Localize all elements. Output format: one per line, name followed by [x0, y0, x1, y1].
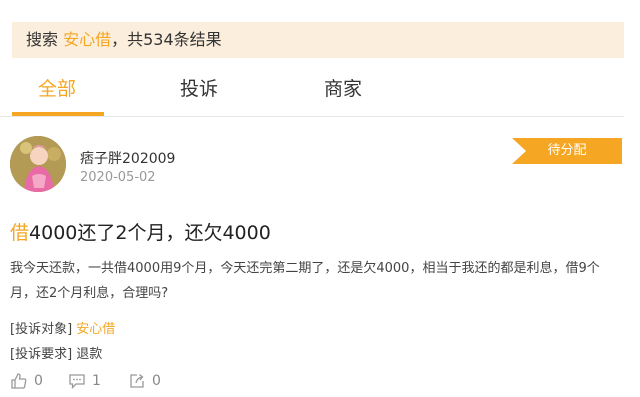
active-tab-indicator: [12, 112, 104, 116]
tab-complaints[interactable]: 投诉: [180, 74, 218, 101]
tab-merchants[interactable]: 商家: [324, 74, 362, 101]
share-button[interactable]: 0: [128, 370, 161, 392]
share-icon: [130, 374, 144, 388]
search-prefix: 搜索: [26, 30, 59, 49]
complaint-request-label: [投诉要求]: [10, 347, 73, 362]
comment-button[interactable]: 1: [68, 370, 101, 392]
thumbs-up-icon: [11, 373, 27, 389]
post-title-rest: 4000还了2个月，还欠4000: [29, 222, 271, 244]
post-actions: 0 1 0: [10, 370, 624, 392]
complaint-target-label: [投诉对象]: [10, 322, 73, 337]
post-body: 我今天还款，一共借4000用9个月，今天还完第二期了，还是欠4000，相当于我还…: [10, 261, 600, 301]
share-count: 0: [152, 373, 161, 389]
complaint-target-row: [投诉对象] 安心借: [10, 318, 115, 337]
post-date: 2020-05-02: [80, 170, 156, 185]
complaint-request-row: [投诉要求] 退款: [10, 343, 102, 362]
avatar[interactable]: [10, 136, 66, 192]
like-button[interactable]: 0: [10, 370, 43, 392]
search-keyword[interactable]: 安心借: [63, 30, 111, 49]
complaint-request-value: 退款: [76, 347, 103, 362]
avatar-image: [10, 136, 66, 192]
post-username[interactable]: 痞子胖202009: [80, 148, 175, 168]
complaint-target-link[interactable]: 安心借: [76, 322, 115, 337]
post-title[interactable]: 借4000还了2个月，还欠4000: [10, 218, 271, 245]
like-count: 0: [34, 373, 43, 389]
post-title-first-char: 借: [10, 222, 30, 244]
comment-icon: [69, 374, 85, 390]
search-result-banner: 搜索 安心借，共534条结果: [12, 22, 624, 58]
comment-count: 1: [92, 373, 101, 389]
search-result-count: ，共534条结果: [111, 30, 222, 49]
tab-all[interactable]: 全部: [38, 74, 76, 101]
status-badge: 待分配: [512, 138, 622, 164]
tab-bar: 全部 投诉 商家: [0, 64, 624, 117]
